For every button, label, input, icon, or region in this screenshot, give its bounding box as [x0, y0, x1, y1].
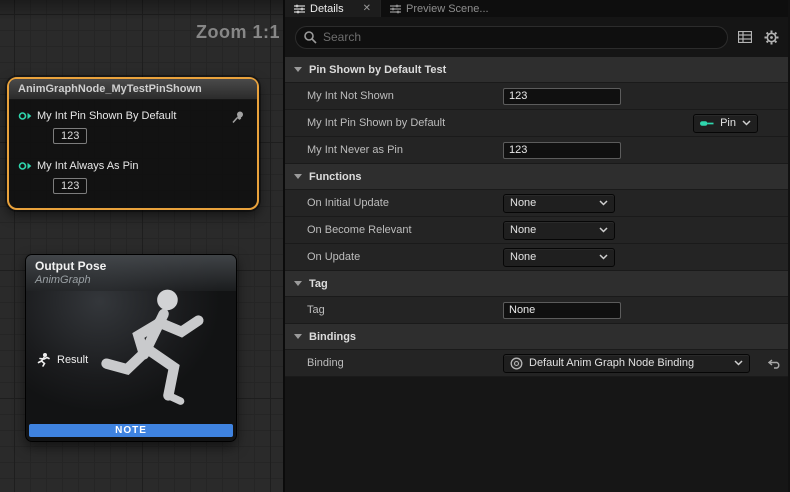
pin-value-box[interactable]: 123 — [53, 128, 87, 144]
pin-row-always-as-pin: My Int Always As Pin — [18, 160, 138, 172]
chevron-down-icon — [599, 254, 608, 260]
gear-icon[interactable] — [762, 28, 780, 46]
tab-preview-scene[interactable]: Preview Scene... — [380, 0, 498, 17]
pin-label: My Int Always As Pin — [37, 160, 138, 172]
row-binding: Binding Default Anim Graph Node Binding — [285, 350, 788, 377]
view-options-icon[interactable] — [736, 28, 754, 46]
node-title: Output Pose — [35, 259, 227, 273]
anim-blueprint-editor: Zoom 1:1 AnimGraphNode_MyTestPinShown My… — [0, 0, 790, 492]
chevron-down-icon — [742, 120, 751, 126]
pin-default-value: 123 — [53, 126, 87, 144]
chevron-down-icon — [294, 174, 302, 179]
tab-preview-label: Preview Scene... — [406, 3, 489, 15]
on-become-relevant-dropdown[interactable]: None — [503, 221, 615, 240]
pushpin-icon[interactable] — [231, 110, 245, 124]
pin-value-box[interactable]: 123 — [53, 178, 87, 194]
pin-default-value: 123 — [53, 176, 87, 194]
mannequin-figure — [84, 283, 234, 433]
row-on-update: On Update None — [285, 244, 788, 271]
node-output-pose[interactable]: Output Pose AnimGraph — [25, 254, 237, 442]
note-bar[interactable]: NOTE — [29, 424, 233, 437]
on-initial-update-dropdown[interactable]: None — [503, 194, 615, 213]
reset-to-default-icon[interactable] — [768, 358, 781, 369]
chevron-down-icon — [294, 334, 302, 339]
section-functions[interactable]: Functions — [285, 164, 788, 190]
search-input[interactable] — [295, 26, 728, 49]
row-my-int-never-as-pin: My Int Never as Pin — [285, 137, 788, 164]
search-icon — [303, 30, 317, 44]
pose-pin-icon[interactable] — [36, 352, 51, 367]
my-int-never-as-pin-input[interactable] — [503, 142, 621, 159]
pin-label: My Int Pin Shown By Default — [37, 110, 176, 122]
chevron-down-icon — [294, 67, 302, 72]
tag-input[interactable] — [503, 302, 621, 319]
on-update-dropdown[interactable]: None — [503, 248, 615, 267]
row-my-int-not-shown: My Int Not Shown — [285, 83, 788, 110]
details-empty-area — [285, 377, 788, 492]
chevron-down-icon — [734, 360, 743, 366]
binding-dropdown[interactable]: Default Anim Graph Node Binding — [503, 354, 750, 373]
preview-tab-icon — [390, 4, 401, 14]
chevron-down-icon — [294, 281, 302, 286]
node-title: AnimGraphNode_MyTestPinShown — [18, 83, 202, 95]
row-tag: Tag — [285, 297, 788, 324]
details-panel: Details ✕ Preview Scene... — [285, 0, 788, 492]
section-pin-shown-by-default-test[interactable]: Pin Shown by Default Test — [285, 57, 788, 83]
tab-details[interactable]: Details ✕ — [285, 0, 380, 17]
search-row — [285, 17, 788, 57]
int-pin-icon[interactable] — [18, 160, 32, 172]
chevron-down-icon — [599, 227, 608, 233]
note-label: NOTE — [115, 425, 147, 436]
node-animgraphnode-mytestpinshown[interactable]: AnimGraphNode_MyTestPinShown My Int Pin … — [7, 77, 259, 210]
pin-row-shown-by-default: My Int Pin Shown By Default — [18, 110, 176, 122]
result-pin-label: Result — [57, 354, 88, 366]
search-box — [295, 26, 728, 49]
row-on-become-relevant: On Become Relevant None — [285, 217, 788, 244]
row-my-int-pin-shown-by-default: My Int Pin Shown by Default Pin — [285, 110, 788, 137]
section-tag[interactable]: Tag — [285, 271, 788, 297]
my-int-not-shown-input[interactable] — [503, 88, 621, 105]
close-icon[interactable]: ✕ — [363, 3, 371, 14]
row-on-initial-update: On Initial Update None — [285, 190, 788, 217]
details-tab-icon — [294, 4, 305, 14]
chevron-down-icon — [599, 200, 608, 206]
tab-details-label: Details — [310, 3, 344, 15]
node-header[interactable]: AnimGraphNode_MyTestPinShown — [9, 79, 257, 100]
result-pin-row: Result — [36, 352, 88, 367]
binding-icon — [510, 357, 523, 370]
zoom-level-label: Zoom 1:1 — [196, 22, 280, 43]
pin-state-dropdown[interactable]: Pin — [693, 114, 758, 133]
pin-icon — [700, 118, 714, 129]
anim-graph-canvas[interactable]: Zoom 1:1 AnimGraphNode_MyTestPinShown My… — [0, 0, 285, 492]
int-pin-icon[interactable] — [18, 110, 32, 122]
details-tabbar: Details ✕ Preview Scene... — [285, 0, 788, 17]
section-bindings[interactable]: Bindings — [285, 324, 788, 350]
